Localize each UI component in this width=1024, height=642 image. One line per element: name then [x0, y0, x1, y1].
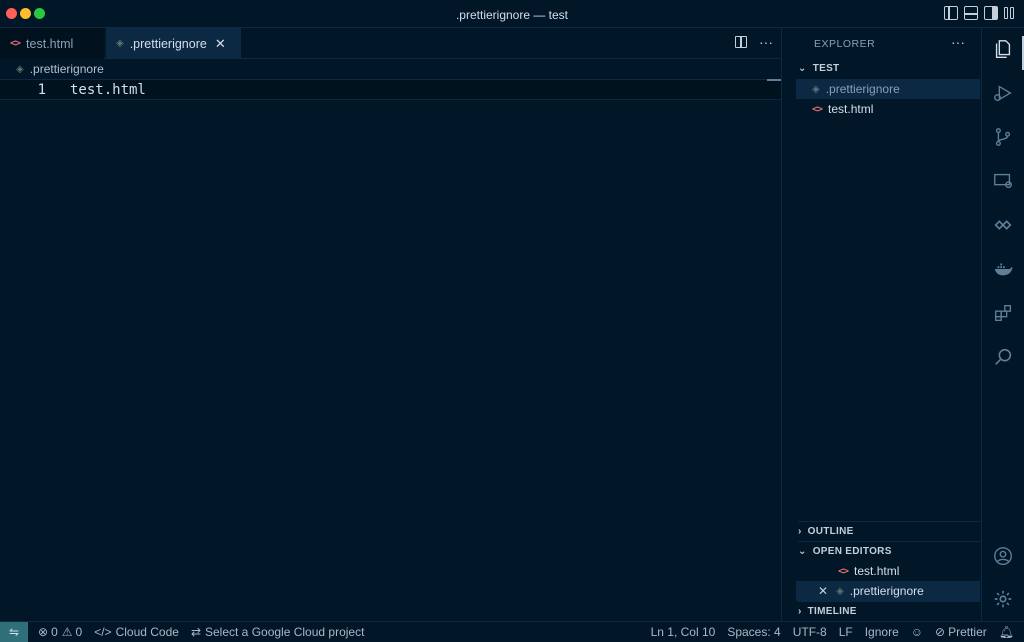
outline-label: OUTLINE [807, 525, 854, 537]
outline-header[interactable]: › OUTLINE [798, 521, 854, 541]
folder-name: TEST [812, 62, 840, 74]
file-item-test-html[interactable]: <> test.html [796, 99, 980, 119]
notifications-bell-icon[interactable]: 🔔︎ [993, 625, 1024, 639]
timeline-label: TIMELINE [807, 605, 857, 617]
chevron-right-icon: › [798, 605, 802, 617]
chevron-down-icon: ⌄ [798, 62, 807, 74]
html-icon: <> [10, 38, 21, 49]
error-count: 0 [51, 625, 58, 639]
open-editors-label: OPEN EDITORS [812, 545, 892, 557]
cloud-code-label: Cloud Code [115, 625, 179, 639]
close-tab-icon[interactable]: ✕ [215, 36, 226, 52]
prettier-label: Prettier [948, 625, 987, 639]
gcp-project-label: Select a Google Cloud project [205, 625, 365, 639]
source-control-icon[interactable] [990, 124, 1016, 150]
folder-header-test[interactable]: ⌄ TEST [798, 58, 839, 78]
toggle-secondary-sidebar-icon[interactable] [984, 6, 998, 20]
warning-count: 0 [75, 625, 83, 639]
code-line[interactable]: 1 test.html [0, 79, 781, 100]
html-icon: <> [838, 565, 849, 577]
file-name: test.html [828, 102, 874, 116]
prettier-status[interactable]: ⊘ Prettier [929, 625, 993, 639]
tab-prettierignore[interactable]: ◈ .prettierignore ✕ [106, 28, 241, 59]
customize-layout-icon[interactable] [1004, 6, 1018, 20]
layout-controls [944, 6, 1018, 20]
activity-bar [981, 28, 1024, 621]
code-editor[interactable]: 1 test.html [0, 79, 781, 621]
search-icon[interactable] [990, 344, 1016, 370]
open-editors-header[interactable]: ⌄ OPEN EDITORS [798, 541, 892, 561]
problems-indicator[interactable]: ⊗ 0 ⚠ 0 [32, 625, 88, 639]
sidebar-title: EXPLORER [814, 38, 876, 50]
config-icon: ◈ [16, 63, 24, 75]
switch-icon: ⇄ [190, 625, 201, 639]
docker-icon[interactable] [990, 256, 1016, 282]
cloud-code-status[interactable]: </> Cloud Code [88, 625, 185, 639]
account-icon[interactable] [990, 543, 1016, 569]
line-number: 1 [37, 82, 46, 98]
chevron-down-icon: ⌄ [798, 545, 807, 557]
config-icon: ◈ [836, 585, 844, 597]
code-icon: </> [94, 625, 112, 639]
cloud-code-icon[interactable] [990, 212, 1016, 238]
editor-tab-bar: <> test.html ◈ .prettierignore ✕ ··· [0, 28, 781, 59]
copilot-icon[interactable]: ☺ [905, 625, 929, 639]
explorer-sidebar: EXPLORER ··· ⌄ TEST ◈ .prettierignore <>… [781, 28, 982, 621]
remote-indicator-icon[interactable]: ⇋ [0, 621, 28, 642]
line-text[interactable]: test.html [70, 82, 146, 98]
remote-explorer-icon[interactable] [990, 168, 1016, 194]
config-icon: ◈ [116, 38, 124, 49]
window-title: .prettierignore — test [455, 8, 569, 22]
encoding[interactable]: UTF-8 [787, 625, 833, 639]
end-of-line[interactable]: LF [833, 625, 859, 639]
editor-actions: ··· [735, 34, 773, 50]
title-bar: .prettierignore — test [0, 0, 1024, 28]
more-actions-icon[interactable]: ··· [759, 34, 773, 50]
warning-icon: ⚠ [61, 625, 73, 639]
cursor-position[interactable]: Ln 1, Col 10 [645, 625, 722, 639]
tab-test-html[interactable]: <> test.html [0, 28, 104, 59]
language-mode[interactable]: Ignore [859, 625, 905, 639]
minimap-marker [767, 79, 781, 81]
tab-label: .prettierignore [129, 36, 207, 51]
gear-icon[interactable] [990, 586, 1016, 612]
breadcrumb: ◈ .prettierignore [0, 59, 781, 79]
file-name: .prettierignore [825, 82, 900, 96]
prettier-disabled-icon: ⊘ [935, 625, 946, 639]
file-name: .prettierignore [849, 584, 924, 598]
toggle-panel-icon[interactable] [964, 6, 978, 20]
explorer-icon[interactable] [990, 36, 1016, 62]
run-debug-icon[interactable] [990, 80, 1016, 106]
extensions-icon[interactable] [990, 300, 1016, 326]
gcp-project-status[interactable]: ⇄ Select a Google Cloud project [185, 625, 371, 639]
more-actions-icon[interactable]: ··· [951, 34, 965, 50]
breadcrumb-file[interactable]: .prettierignore [30, 62, 104, 76]
indentation[interactable]: Spaces: 4 [721, 625, 786, 639]
html-icon: <> [812, 103, 823, 115]
error-icon: ⊗ [38, 625, 49, 639]
file-name: test.html [854, 564, 900, 578]
file-item-prettierignore[interactable]: ◈ .prettierignore [796, 79, 980, 99]
config-icon: ◈ [812, 83, 820, 95]
close-editor-icon[interactable]: ✕ [818, 584, 828, 598]
status-bar: ⇋ ⊗ 0 ⚠ 0 </> Cloud Code ⇄ Select a Goog… [0, 621, 1024, 642]
split-editor-icon[interactable] [735, 36, 747, 48]
timeline-header[interactable]: › TIMELINE [798, 601, 857, 621]
tab-label: test.html [26, 36, 74, 51]
chevron-right-icon: › [798, 525, 802, 537]
open-editor-test-html[interactable]: <> test.html [796, 561, 980, 581]
open-editor-prettierignore[interactable]: ✕ ◈ .prettierignore [796, 581, 980, 601]
toggle-primary-sidebar-icon[interactable] [944, 6, 958, 20]
